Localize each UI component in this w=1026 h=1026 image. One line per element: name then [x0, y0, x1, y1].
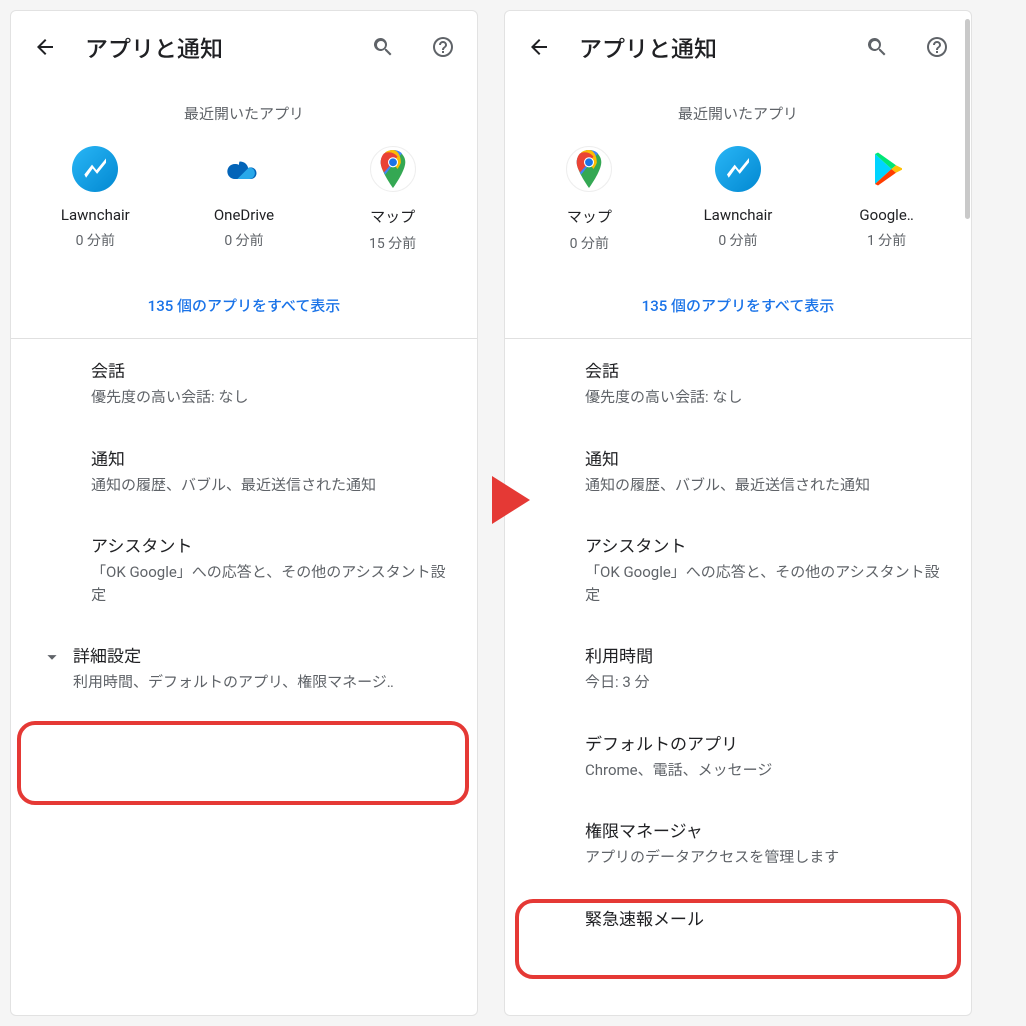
item-title: 権限マネージャ — [585, 817, 949, 842]
highlight-advanced — [17, 721, 469, 805]
item-subtitle: 通知の履歴、バブル、最近送信された通知 — [91, 474, 455, 497]
help-icon — [431, 35, 455, 59]
item-title: 通知 — [91, 445, 455, 470]
play-arrow-icon — [490, 474, 532, 526]
phone-left: アプリと通知 最近開いたアプリ Lawnchair 0 分前 OneDrive … — [10, 10, 478, 1016]
item-subtitle: 優先度の高い会話: なし — [585, 386, 949, 409]
back-button[interactable] — [25, 27, 65, 67]
lawnchair-icon — [715, 146, 761, 192]
see-all-apps-link[interactable]: 135 個のアプリをすべて表示 — [505, 283, 971, 338]
search-button[interactable] — [857, 27, 897, 67]
app-time: 0 分前 — [76, 230, 115, 250]
page-title: アプリと通知 — [579, 30, 837, 64]
recent-apps-row: Lawnchair 0 分前 OneDrive 0 分前 マップ 15 分前 — [11, 146, 477, 283]
app-name: OneDrive — [214, 206, 274, 224]
phone-right: アプリと通知 最近開いたアプリ マップ 0 分前 Lawnchair 0 分前 — [504, 10, 972, 1016]
item-title: 緊急速報メール — [585, 905, 949, 930]
google-play-icon — [864, 146, 910, 192]
item-permission-manager[interactable]: 権限マネージャ アプリのデータアクセスを管理します — [505, 799, 971, 887]
item-subtitle: 優先度の高い会話: なし — [91, 386, 455, 409]
search-button[interactable] — [363, 27, 403, 67]
item-subtitle: 利用時間、デフォルトのアプリ、権限マネージ‥ — [73, 671, 394, 692]
app-time: 0 分前 — [224, 230, 263, 250]
help-icon — [925, 35, 949, 59]
help-button[interactable] — [423, 27, 463, 67]
item-emergency-alerts[interactable]: 緊急速報メール — [505, 887, 971, 940]
item-title: 会話 — [91, 357, 455, 382]
item-title: 利用時間 — [585, 642, 949, 667]
back-button[interactable] — [519, 27, 559, 67]
app-name: マップ — [370, 206, 415, 227]
lawnchair-icon — [72, 146, 118, 192]
arrow-back-icon — [527, 35, 551, 59]
arrow-back-icon — [33, 35, 57, 59]
item-subtitle: 今日: 3 分 — [585, 671, 949, 694]
recent-apps-label: 最近開いたアプリ — [11, 77, 477, 146]
item-assistant[interactable]: アシスタント 「OK Google」への応答と、その他のアシスタント設定 — [505, 514, 971, 624]
item-notifications[interactable]: 通知 通知の履歴、バブル、最近送信された通知 — [505, 427, 971, 515]
recent-app-maps[interactable]: マップ 0 分前 — [519, 146, 659, 253]
app-name: Lawnchair — [704, 206, 773, 224]
page-title: アプリと通知 — [85, 30, 343, 64]
app-name: Google‥ — [859, 206, 913, 224]
item-default-apps[interactable]: デフォルトのアプリ Chrome、電話、メッセージ — [505, 712, 971, 800]
scrollbar[interactable] — [965, 19, 970, 219]
app-name: マップ — [567, 206, 612, 227]
item-notifications[interactable]: 通知 通知の履歴、バブル、最近送信された通知 — [11, 427, 477, 515]
app-name: Lawnchair — [61, 206, 130, 224]
app-time: 15 分前 — [369, 233, 416, 253]
app-time: 1 分前 — [867, 230, 906, 250]
item-title: アシスタント — [91, 532, 455, 557]
app-time: 0 分前 — [718, 230, 757, 250]
item-subtitle: 「OK Google」への応答と、その他のアシスタント設定 — [585, 561, 949, 606]
recent-app-lawnchair[interactable]: Lawnchair 0 分前 — [668, 146, 808, 253]
app-time: 0 分前 — [570, 233, 609, 253]
recent-app-maps[interactable]: マップ 15 分前 — [323, 146, 463, 253]
search-icon — [865, 35, 889, 59]
item-title: デフォルトのアプリ — [585, 730, 949, 755]
recent-apps-row: マップ 0 分前 Lawnchair 0 分前 Google‥ 1 分前 — [505, 146, 971, 283]
app-bar: アプリと通知 — [11, 11, 477, 77]
item-subtitle: 通知の履歴、バブル、最近送信された通知 — [585, 474, 949, 497]
item-title: 会話 — [585, 357, 949, 382]
maps-icon — [566, 146, 612, 192]
item-subtitle: 「OK Google」への応答と、その他のアシスタント設定 — [91, 561, 455, 606]
item-screen-time[interactable]: 利用時間 今日: 3 分 — [505, 624, 971, 712]
item-subtitle: アプリのデータアクセスを管理します — [585, 846, 949, 869]
recent-app-lawnchair[interactable]: Lawnchair 0 分前 — [25, 146, 165, 253]
onedrive-icon — [221, 146, 267, 192]
item-subtitle: Chrome、電話、メッセージ — [585, 759, 949, 782]
recent-app-google-play[interactable]: Google‥ 1 分前 — [817, 146, 957, 253]
item-advanced-settings[interactable]: 詳細設定 利用時間、デフォルトのアプリ、権限マネージ‥ — [11, 624, 477, 710]
chevron-down-icon — [31, 642, 73, 668]
item-title: 通知 — [585, 445, 949, 470]
recent-apps-label: 最近開いたアプリ — [505, 77, 971, 146]
help-button[interactable] — [917, 27, 957, 67]
item-conversation[interactable]: 会話 優先度の高い会話: なし — [505, 339, 971, 427]
app-bar: アプリと通知 — [505, 11, 971, 77]
maps-icon — [370, 146, 416, 192]
item-title: 詳細設定 — [73, 642, 394, 667]
search-icon — [371, 35, 395, 59]
recent-app-onedrive[interactable]: OneDrive 0 分前 — [174, 146, 314, 253]
item-assistant[interactable]: アシスタント 「OK Google」への応答と、その他のアシスタント設定 — [11, 514, 477, 624]
transition-arrow — [490, 470, 532, 530]
item-conversation[interactable]: 会話 優先度の高い会話: なし — [11, 339, 477, 427]
item-title: アシスタント — [585, 532, 949, 557]
see-all-apps-link[interactable]: 135 個のアプリをすべて表示 — [11, 283, 477, 338]
